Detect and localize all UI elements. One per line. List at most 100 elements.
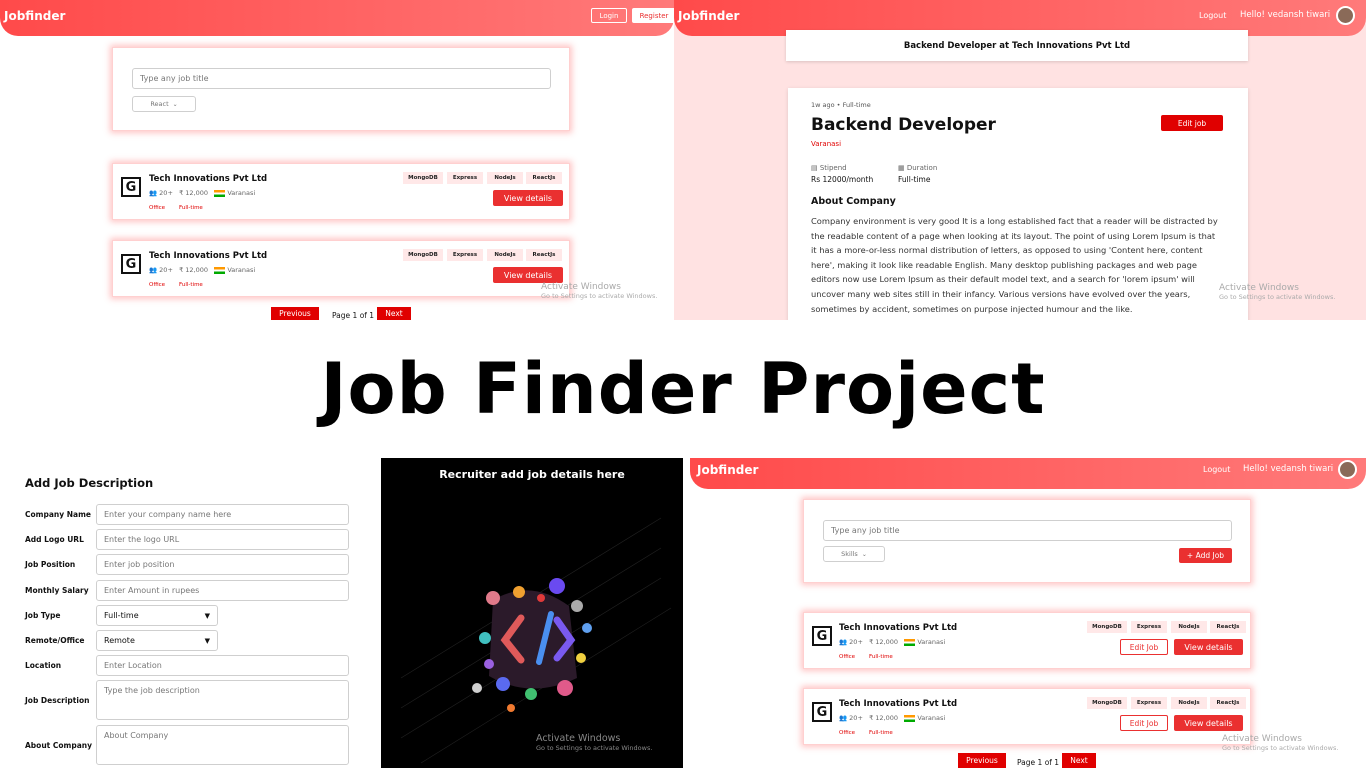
chevron-down-icon: ▼ bbox=[204, 636, 210, 645]
skill-tag: ReactJs bbox=[1210, 621, 1246, 633]
india-flag-icon bbox=[904, 638, 916, 646]
work-mode: Office bbox=[839, 730, 856, 736]
logo-url-input[interactable]: Enter the logo URL bbox=[96, 529, 349, 550]
job-card: G Tech Innovations Pvt Ltd 👥 20+ ₹ 12,00… bbox=[803, 688, 1251, 745]
salary-label: Monthly Salary bbox=[25, 586, 89, 595]
view-details-button[interactable]: View details bbox=[1174, 715, 1243, 731]
skill-tag: ReactJs bbox=[526, 172, 562, 184]
search-input[interactable]: Type any job title bbox=[132, 68, 551, 89]
people-icon: 👥 bbox=[839, 714, 848, 722]
job-type-label: Job Type bbox=[25, 611, 61, 620]
job-type-select[interactable]: Full-time ▼ bbox=[96, 605, 218, 626]
chevron-down-icon: ⌄ bbox=[861, 550, 867, 558]
next-button[interactable]: Next bbox=[1062, 753, 1096, 768]
skill-filter-dropdown[interactable]: React ⌄ bbox=[132, 96, 196, 112]
navbar: Jobfinder Login Register bbox=[0, 0, 674, 36]
remote-office-value: Remote bbox=[104, 636, 135, 645]
avatar[interactable] bbox=[1336, 6, 1355, 25]
stipend-block: ▤ Stipend Rs 12000/month bbox=[811, 164, 873, 184]
location: Varanasi bbox=[917, 638, 946, 646]
skill-tag: Express bbox=[1131, 697, 1167, 709]
about-company-textarea[interactable]: About Company bbox=[96, 725, 349, 765]
add-job-button[interactable]: + Add Job bbox=[1179, 548, 1232, 563]
about-company-label: About Company bbox=[25, 741, 92, 750]
navbar: Jobfinder Logout Hello! vedansh tiwari bbox=[690, 458, 1366, 489]
windows-watermark: Activate Windows Go to Settings to activ… bbox=[541, 282, 657, 300]
previous-button[interactable]: Previous bbox=[958, 753, 1006, 768]
company-name: Tech Innovations Pvt Ltd bbox=[839, 623, 958, 633]
job-position-label: Job Position bbox=[25, 560, 76, 569]
people-icon: 👥 bbox=[839, 638, 848, 646]
panel-add-job-form: Add Job Description Company Name Enter y… bbox=[0, 458, 380, 768]
location-label: Location bbox=[25, 661, 62, 670]
job-type: Full-time bbox=[179, 282, 203, 288]
company-logo: G bbox=[812, 702, 832, 722]
skill-tag: MongoDB bbox=[403, 249, 443, 261]
company-name-label: Company Name bbox=[25, 510, 91, 519]
skill-tag: ReactJs bbox=[526, 249, 562, 261]
skill-filter-dropdown[interactable]: Skills ⌄ bbox=[823, 546, 885, 562]
logout-link[interactable]: Logout bbox=[1199, 11, 1226, 20]
people-icon: 👥 bbox=[149, 189, 158, 197]
chevron-down-icon: ⌄ bbox=[172, 100, 178, 108]
code-illustration bbox=[400, 517, 672, 764]
job-position-input[interactable]: Enter job position bbox=[96, 554, 349, 575]
work-mode: Office bbox=[149, 205, 166, 211]
register-button[interactable]: Register bbox=[632, 8, 674, 23]
logout-link[interactable]: Logout bbox=[1203, 465, 1230, 474]
work-mode: Office bbox=[839, 654, 856, 660]
location: Varanasi bbox=[227, 189, 256, 197]
job-meta: 👥 20+ ₹ 12,000 Varanasi bbox=[149, 189, 255, 197]
team-size: 20+ bbox=[849, 638, 863, 646]
next-button[interactable]: Next bbox=[377, 307, 411, 320]
brand-logo[interactable]: Jobfinder bbox=[697, 463, 758, 477]
duration-block: ▦ Duration Full-time bbox=[898, 164, 937, 184]
panel-recruiter-jobs: Jobfinder Logout Hello! vedansh tiwari T… bbox=[690, 458, 1366, 768]
panel-job-search: Jobfinder Login Register Type any job ti… bbox=[0, 0, 674, 320]
job-description-label: Job Description bbox=[25, 696, 90, 705]
brand-logo[interactable]: Jobfinder bbox=[4, 9, 65, 23]
skill-tag: Express bbox=[447, 172, 483, 184]
login-button[interactable]: Login bbox=[591, 8, 627, 23]
watermark-sub: Go to Settings to activate Windows. bbox=[1219, 293, 1336, 301]
job-card: G Tech Innovations Pvt Ltd 👥 20+ ₹ 12,00… bbox=[112, 240, 570, 297]
job-type-value: Full-time bbox=[104, 611, 139, 620]
job-meta: 👥 20+ ₹ 12,000 Varanasi bbox=[839, 638, 945, 646]
location-input[interactable]: Enter Location bbox=[96, 655, 349, 676]
company-name: Tech Innovations Pvt Ltd bbox=[149, 251, 268, 261]
job-card: G Tech Innovations Pvt Ltd 👥 20+ ₹ 12,00… bbox=[803, 612, 1251, 669]
brand-logo[interactable]: Jobfinder bbox=[678, 9, 739, 23]
duration-value: Full-time bbox=[898, 175, 931, 184]
india-flag-icon bbox=[214, 189, 226, 197]
edit-job-button[interactable]: Edit Job bbox=[1120, 639, 1168, 655]
view-details-button[interactable]: View details bbox=[1174, 639, 1243, 655]
job-meta: 👥 20+ ₹ 12,000 Varanasi bbox=[839, 714, 945, 722]
company-name: Tech Innovations Pvt Ltd bbox=[839, 699, 958, 709]
duration-label: Duration bbox=[906, 164, 938, 172]
filter-label: Skills bbox=[841, 550, 858, 558]
watermark-title: Activate Windows bbox=[536, 733, 621, 744]
illustration-title: Recruiter add job details here bbox=[439, 468, 625, 481]
job-location: Varanasi bbox=[811, 140, 842, 148]
skill-tag: NodeJs bbox=[1171, 621, 1207, 633]
remote-office-select[interactable]: Remote ▼ bbox=[96, 630, 218, 651]
page-indicator: Page 1 of 1 bbox=[1017, 758, 1060, 767]
windows-watermark: Activate Windows Go to Settings to activ… bbox=[1222, 734, 1338, 752]
job-description-textarea[interactable]: Type the job description bbox=[96, 680, 349, 720]
skill-tag: NodeJs bbox=[1171, 697, 1207, 709]
view-details-button[interactable]: View details bbox=[493, 190, 563, 206]
view-details-button[interactable]: View details bbox=[493, 267, 563, 283]
salary-input[interactable]: Enter Amount in rupees bbox=[96, 580, 349, 601]
company-name-input[interactable]: Enter your company name here bbox=[96, 504, 349, 525]
watermark-title: Activate Windows bbox=[1222, 734, 1302, 744]
avatar[interactable] bbox=[1338, 460, 1357, 479]
search-input[interactable]: Type any job title bbox=[823, 520, 1232, 541]
skill-tag: Express bbox=[447, 249, 483, 261]
edit-job-button[interactable]: Edit job bbox=[1161, 115, 1223, 131]
stipend-value: Rs 12000/month bbox=[811, 175, 874, 184]
job-type: Full-time bbox=[842, 101, 871, 109]
work-mode: Office bbox=[149, 282, 166, 288]
edit-job-button[interactable]: Edit Job bbox=[1120, 715, 1168, 731]
form-heading: Add Job Description bbox=[25, 476, 154, 490]
previous-button[interactable]: Previous bbox=[271, 307, 319, 320]
